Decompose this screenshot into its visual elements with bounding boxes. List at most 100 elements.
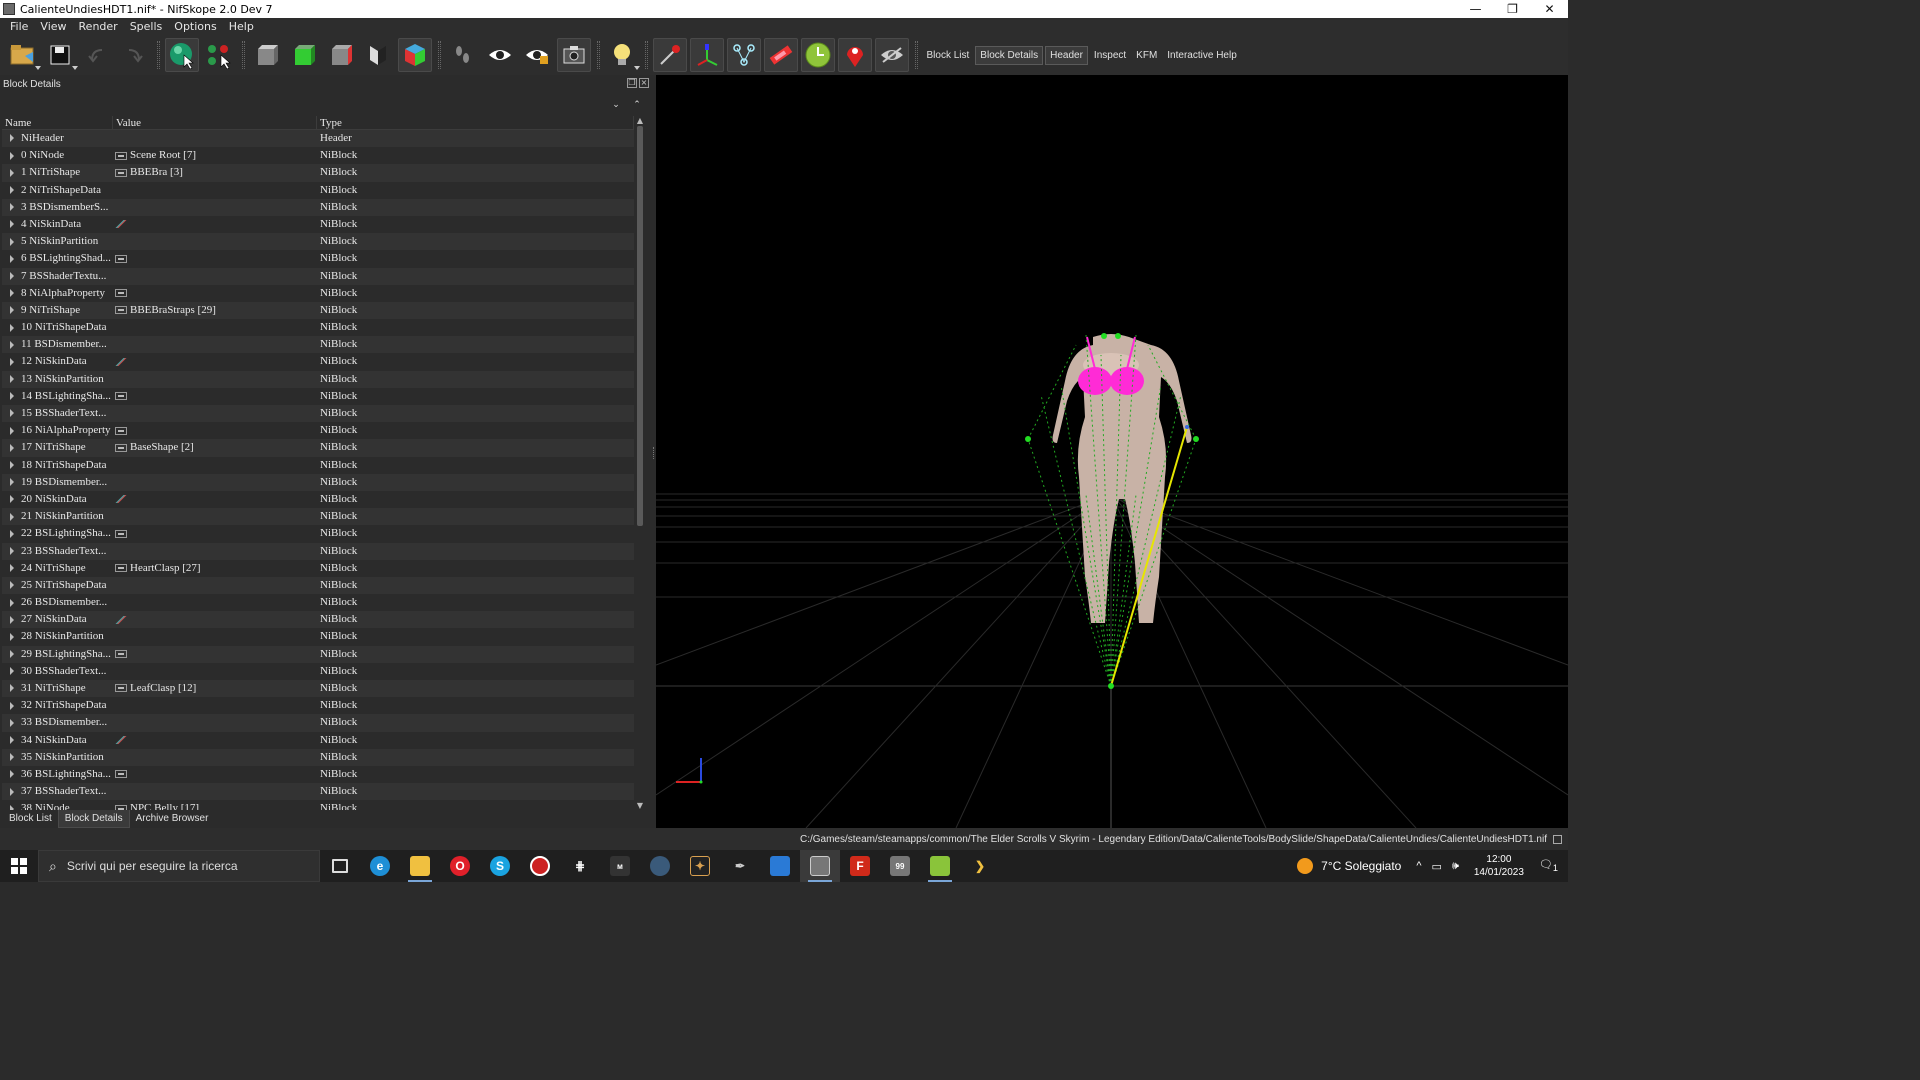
expand-arrow-icon[interactable]	[10, 684, 14, 693]
view-perspective-icon[interactable]	[398, 38, 432, 72]
select-object-icon[interactable]	[165, 38, 199, 72]
scroll-down-icon[interactable]: ▼	[636, 801, 644, 810]
menu-options[interactable]: Options	[168, 20, 222, 33]
table-row[interactable]: 1 NiTriShape BBEBra [3] NiBlock	[2, 164, 634, 182]
app-compass-icon[interactable]: ✦	[680, 850, 720, 882]
expand-arrow-icon[interactable]	[10, 546, 14, 555]
expand-arrow-icon[interactable]	[10, 306, 14, 315]
expand-arrow-icon[interactable]	[10, 289, 14, 298]
expand-arrow-icon[interactable]	[10, 409, 14, 418]
tab-block-list[interactable]: Block List	[3, 810, 58, 827]
expand-arrow-icon[interactable]	[10, 220, 14, 229]
walk-mode-icon[interactable]	[446, 38, 480, 72]
table-row[interactable]: 17 NiTriShape BaseShape [2] NiBlock	[2, 439, 634, 457]
table-row[interactable]: 5 NiSkinPartition NiBlock	[2, 233, 634, 251]
table-row[interactable]: 27 NiSkinData NiBlock	[2, 611, 634, 629]
expand-arrow-icon[interactable]	[10, 667, 14, 676]
chevron-up-icon[interactable]: ^	[1416, 860, 1421, 872]
expand-arrow-icon[interactable]	[10, 168, 14, 177]
expand-arrow-icon[interactable]	[10, 632, 14, 641]
toolbar-link-header[interactable]: Header	[1045, 45, 1088, 65]
nifskope-taskbar-icon[interactable]	[800, 850, 840, 882]
expand-arrow-icon[interactable]	[10, 323, 14, 332]
menu-file[interactable]: File	[4, 20, 34, 33]
table-row[interactable]: 9 NiTriShape BBEBraStraps [29] NiBlock	[2, 301, 634, 320]
undo-icon[interactable]	[80, 38, 114, 72]
task-view-icon[interactable]	[320, 850, 360, 882]
clock[interactable]: 12:00 14/01/2023	[1474, 853, 1524, 879]
expand-arrow-icon[interactable]	[10, 564, 14, 573]
expand-arrow-icon[interactable]	[10, 770, 14, 779]
view-side-icon[interactable]	[324, 38, 358, 72]
view-flip-icon[interactable]	[361, 38, 395, 72]
opera-icon[interactable]: O	[440, 850, 480, 882]
column-header-name[interactable]: Name	[2, 116, 113, 129]
show-constraints-icon[interactable]	[690, 38, 724, 72]
table-row[interactable]: 13 NiSkinPartition NiBlock	[2, 370, 634, 388]
table-row[interactable]: 4 NiSkinData NiBlock	[2, 215, 634, 234]
toolbar-link-block-list[interactable]: Block List	[923, 47, 974, 64]
table-row[interactable]: 15 BSShaderText... NiBlock	[2, 405, 634, 423]
table-row[interactable]: 21 NiSkinPartition NiBlock	[2, 508, 634, 526]
table-row[interactable]: 30 BSShaderText... NiBlock	[2, 662, 634, 680]
view-front-icon[interactable]	[287, 38, 321, 72]
table-row[interactable]: 32 NiTriShapeData NiBlock	[2, 697, 634, 715]
expand-arrow-icon[interactable]	[10, 512, 14, 521]
screenshot-icon[interactable]	[557, 38, 591, 72]
table-row[interactable]: 38 NiNode NPC Belly [17] NiBlock	[2, 800, 634, 810]
expand-arrow-icon[interactable]	[10, 478, 14, 487]
size-grip-icon[interactable]	[1553, 834, 1562, 844]
app-bethesda-icon[interactable]: ᴍ	[600, 850, 640, 882]
table-row[interactable]: 37 BSShaderText... NiBlock	[2, 783, 634, 801]
expand-arrow-icon[interactable]	[10, 443, 14, 452]
table-row[interactable]: 7 BSShaderTextu... NiBlock	[2, 267, 634, 285]
file-explorer-icon[interactable]	[400, 850, 440, 882]
expand-arrow-icon[interactable]	[10, 151, 14, 160]
table-row[interactable]: 12 NiSkinData NiBlock	[2, 353, 634, 371]
notepad-plus-icon[interactable]	[920, 850, 960, 882]
table-row[interactable]: 8 NiAlphaProperty NiBlock	[2, 284, 634, 302]
table-row[interactable]: 2 NiTriShapeData NiBlock	[2, 181, 634, 199]
toolbar-link-interactive-help[interactable]: Interactive Help	[1163, 47, 1240, 64]
show-hidden-toggle-icon[interactable]	[875, 38, 909, 72]
save-file-icon[interactable]	[43, 38, 78, 72]
menu-spells[interactable]: Spells	[124, 20, 169, 33]
volume-icon[interactable]: 🕪	[1452, 860, 1459, 873]
expand-arrow-icon[interactable]	[10, 375, 14, 384]
show-skeleton-icon[interactable]	[727, 38, 761, 72]
edge-icon[interactable]: e	[360, 850, 400, 882]
tab-archive-browser[interactable]: Archive Browser	[130, 810, 215, 827]
table-row[interactable]: 10 NiTriShapeData NiBlock	[2, 319, 634, 337]
expand-arrow-icon[interactable]	[10, 495, 14, 504]
table-row[interactable]: 20 NiSkinData NiBlock	[2, 490, 634, 509]
vertical-scrollbar[interactable]: ▲ ▼	[635, 116, 645, 810]
close-button[interactable]: ✕	[1531, 0, 1568, 18]
taskbar-search[interactable]: ⌕ Scrivi qui per eseguire la ricerca	[38, 850, 320, 882]
menu-help[interactable]: Help	[223, 20, 260, 33]
open-file-icon[interactable]	[6, 38, 41, 72]
table-row[interactable]: NiHeader Header	[2, 130, 634, 148]
table-row[interactable]: 11 BSDismember... NiBlock	[2, 336, 634, 354]
skype-icon[interactable]: S	[480, 850, 520, 882]
expand-all-icon[interactable]: ⌄	[610, 99, 622, 111]
notifications-icon[interactable]: 🗨1	[1539, 858, 1558, 873]
expand-arrow-icon[interactable]	[10, 581, 14, 590]
collapse-all-icon[interactable]: ⌃	[631, 99, 643, 111]
render-viewport[interactable]	[656, 75, 1568, 828]
expand-arrow-icon[interactable]	[10, 426, 14, 435]
expand-arrow-icon[interactable]	[10, 254, 14, 263]
table-row[interactable]: 28 NiSkinPartition NiBlock	[2, 628, 634, 646]
table-row[interactable]: 23 BSShaderText... NiBlock	[2, 542, 634, 560]
table-row[interactable]: 24 NiTriShape HeartClasp [27] NiBlock	[2, 559, 634, 577]
minimize-button[interactable]: —	[1457, 0, 1494, 18]
table-row[interactable]: 26 BSDismember... NiBlock	[2, 594, 634, 612]
table-row[interactable]: 18 NiTriShapeData NiBlock	[2, 456, 634, 474]
expand-arrow-icon[interactable]	[10, 203, 14, 212]
expand-arrow-icon[interactable]	[10, 392, 14, 401]
table-row[interactable]: 0 NiNode Scene Root [7] NiBlock	[2, 147, 634, 165]
table-row[interactable]: 29 BSLightingSha... NiBlock	[2, 645, 634, 663]
table-row[interactable]: 3 BSDismemberS... NiBlock	[2, 198, 634, 216]
select-vertex-icon[interactable]	[202, 38, 236, 72]
toolbar-link-inspect[interactable]: Inspect	[1090, 47, 1130, 64]
expand-arrow-icon[interactable]	[10, 753, 14, 762]
